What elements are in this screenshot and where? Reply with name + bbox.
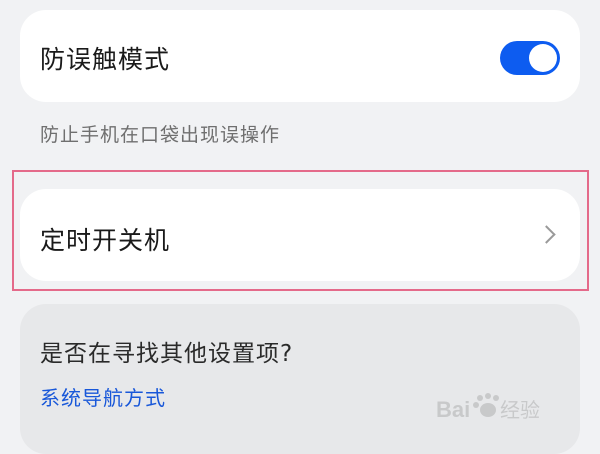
- pocket-mode-description: 防止手机在口袋出现误操作: [40, 124, 281, 146]
- scheduled-power-label: 定时开关机: [40, 226, 171, 255]
- chevron-right-icon: [537, 225, 556, 244]
- navigation-mode-link[interactable]: 系统导航方式: [40, 382, 166, 411]
- suggestion-question: 是否在寻找其他设置项?: [40, 341, 294, 367]
- pocket-mode-toggle[interactable]: [500, 41, 560, 75]
- svg-text:经验: 经验: [500, 398, 540, 422]
- pocket-mode-card: 防误触模式: [20, 10, 580, 102]
- baidu-watermark-logo: Bai 经验: [436, 393, 540, 422]
- pocket-mode-label: 防误触模式: [40, 45, 171, 74]
- toggle-knob: [529, 44, 557, 72]
- suggestion-card: 是否在寻找其他设置项? 系统导航方式: [20, 304, 580, 454]
- svg-text:Bai: Bai: [436, 397, 470, 422]
- scheduled-power-item[interactable]: 定时开关机: [20, 189, 580, 281]
